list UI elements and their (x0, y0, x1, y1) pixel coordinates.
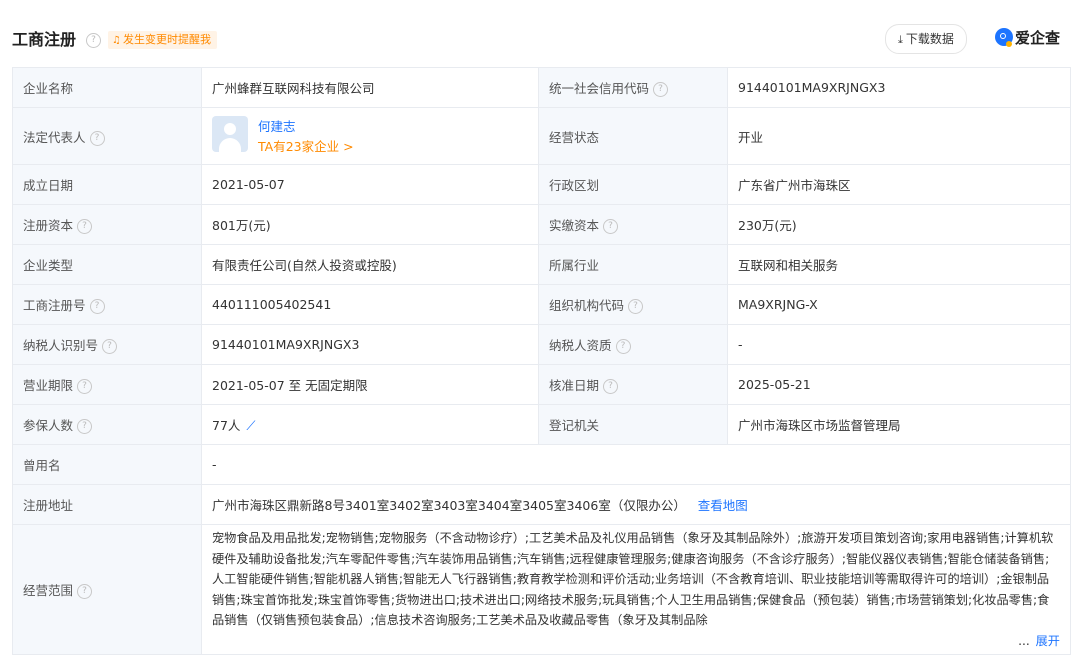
label-company-type: 企业类型 (12, 244, 202, 285)
table-row: 注册地址 广州市海珠区鼎新路8号3401室3402室3403室3404室3405… (12, 484, 1071, 525)
help-icon[interactable]: ? (615, 339, 631, 354)
value-registration-authority: 广州市海珠区市场监督管理局 (727, 404, 1071, 445)
value-paid-capital: 230万(元) (727, 204, 1071, 245)
value-business-scope: 宠物食品及用品批发;宠物销售;宠物服务（不含动物诊疗）;工艺美术品及礼仪用品销售… (201, 524, 1071, 655)
help-icon[interactable]: ? (77, 584, 92, 599)
help-icon[interactable]: ? (603, 219, 618, 234)
table-row: 工商注册号 ? 440111005402541 组织机构代码 ? MA9XRJN… (12, 284, 1071, 325)
label-legal-rep: 法定代表人 ? (12, 107, 202, 165)
download-data-button[interactable]: ⤓ 下载数据 (885, 24, 967, 54)
value-insured-count: 77人 ⟋ (201, 404, 539, 445)
table-row: 法定代表人 ? 何建志 TA有23家企业 > 经营状态 开业 (12, 107, 1071, 165)
remind-label: 发生变更时提醒我 (122, 33, 211, 46)
table-row: 营业期限 ? 2021-05-07 至 无固定期限 核准日期 ? 2025-05… (12, 364, 1071, 405)
value-business-term: 2021-05-07 至 无固定期限 (201, 364, 539, 405)
label-industry: 所属行业 (538, 244, 728, 285)
expand-link[interactable]: 展开 (1036, 634, 1060, 648)
label-found-date: 成立日期 (12, 164, 202, 205)
table-row: 曾用名 - (12, 444, 1071, 485)
value-registered-capital: 801万(元) (201, 204, 539, 245)
label-taxpayer-id: 纳税人识别号 ? (12, 324, 202, 365)
view-map-link[interactable]: 查看地图 (698, 498, 748, 513)
avatar[interactable] (212, 116, 248, 152)
table-row: 成立日期 2021-05-07 行政区划 广东省广州市海珠区 (12, 164, 1071, 205)
label-registration-authority: 登记机关 (538, 404, 728, 445)
help-icon[interactable]: ? (77, 219, 92, 234)
help-icon[interactable]: ? (77, 419, 92, 434)
value-address: 广州市海珠区鼎新路8号3401室3402室3403室3404室3405室3406… (201, 484, 1071, 525)
help-icon[interactable]: ? (86, 33, 101, 48)
legal-rep-companies-link[interactable]: TA有23家企业 > (258, 136, 354, 155)
label-region: 行政区划 (538, 164, 728, 205)
section-title: 工商注册 (12, 30, 77, 49)
trend-chart-icon[interactable]: ⟋ (246, 419, 255, 434)
help-icon[interactable]: ? (89, 130, 105, 146)
value-taxpayer-qualification: - (727, 324, 1071, 365)
label-org-code: 组织机构代码 ? (538, 284, 728, 325)
brand-logo: 爱企查 (995, 26, 1060, 50)
label-business-term: 营业期限 ? (12, 364, 202, 405)
help-icon[interactable]: ? (89, 299, 105, 314)
value-industry: 互联网和相关服务 (727, 244, 1071, 285)
value-reg-number: 440111005402541 (201, 284, 539, 325)
label-taxpayer-qualification: 纳税人资质 ? (538, 324, 728, 365)
value-legal-rep: 何建志 TA有23家企业 > (201, 107, 539, 165)
section-header: 工商注册 ? ♫ 发生变更时提醒我 ⤓ 下载数据 爱企查 (0, 0, 1080, 60)
label-paid-capital: 实缴资本 ? (538, 204, 728, 245)
help-icon[interactable]: ? (628, 299, 643, 314)
value-former-name: - (201, 444, 1071, 485)
legal-rep-name-link[interactable]: 何建志 (258, 116, 296, 135)
scope-ellipsis: ... (1018, 633, 1030, 648)
label-credit-code: 统一社会信用代码 ? (538, 67, 728, 108)
value-credit-code: 91440101MA9XRJNGX3 (727, 67, 1071, 108)
label-company-name: 企业名称 (12, 67, 202, 108)
label-status: 经营状态 (538, 107, 728, 165)
table-row: 参保人数 ? 77人 ⟋ 登记机关 广州市海珠区市场监督管理局 (12, 404, 1071, 445)
label-reg-number: 工商注册号 ? (12, 284, 202, 325)
value-found-date: 2021-05-07 (201, 164, 539, 205)
help-icon[interactable]: ? (603, 379, 618, 394)
value-approval-date: 2025-05-21 (727, 364, 1071, 405)
help-icon[interactable]: ? (77, 379, 92, 394)
download-icon: ⤓ (898, 33, 903, 46)
download-label: 下载数据 (905, 32, 954, 46)
table-row: 注册资本 ? 801万(元) 实缴资本 ? 230万(元) (12, 204, 1071, 245)
label-insured-count: 参保人数 ? (12, 404, 202, 445)
label-registered-capital: 注册资本 ? (12, 204, 202, 245)
table-row: 纳税人识别号 ? 91440101MA9XRJNGX3 纳税人资质 ? - (12, 324, 1071, 365)
value-region: 广东省广州市海珠区 (727, 164, 1071, 205)
value-taxpayer-id: 91440101MA9XRJNGX3 (201, 324, 539, 365)
value-org-code: MA9XRJNG-X (727, 284, 1071, 325)
business-scope-text: 宠物食品及用品批发;宠物销售;宠物服务（不含动物诊疗）;工艺美术品及礼仪用品销售… (212, 531, 1054, 627)
bell-icon: ♫ (112, 35, 121, 46)
business-registration-table: 企业名称 广州蜂群互联网科技有限公司 统一社会信用代码 ? 91440101MA… (12, 67, 1071, 655)
help-icon[interactable]: ? (102, 339, 117, 354)
change-remind-button[interactable]: ♫ 发生变更时提醒我 (108, 31, 217, 49)
value-company-type: 有限责任公司(自然人投资或控股) (201, 244, 539, 285)
label-former-name: 曾用名 (12, 444, 202, 485)
brand-name: 爱企查 (1015, 29, 1061, 47)
label-business-scope: 经营范围 ? (12, 524, 202, 655)
label-address: 注册地址 (12, 484, 202, 525)
help-icon[interactable]: ? (653, 82, 668, 97)
brand-icon (995, 28, 1013, 47)
value-status: 开业 (727, 107, 1071, 165)
label-approval-date: 核准日期 ? (538, 364, 728, 405)
table-row: 企业名称 广州蜂群互联网科技有限公司 统一社会信用代码 ? 91440101MA… (12, 67, 1071, 108)
value-company-name: 广州蜂群互联网科技有限公司 (201, 67, 539, 108)
table-row: 经营范围 ? 宠物食品及用品批发;宠物销售;宠物服务（不含动物诊疗）;工艺美术品… (12, 524, 1071, 655)
table-row: 企业类型 有限责任公司(自然人投资或控股) 所属行业 互联网和相关服务 (12, 244, 1071, 285)
